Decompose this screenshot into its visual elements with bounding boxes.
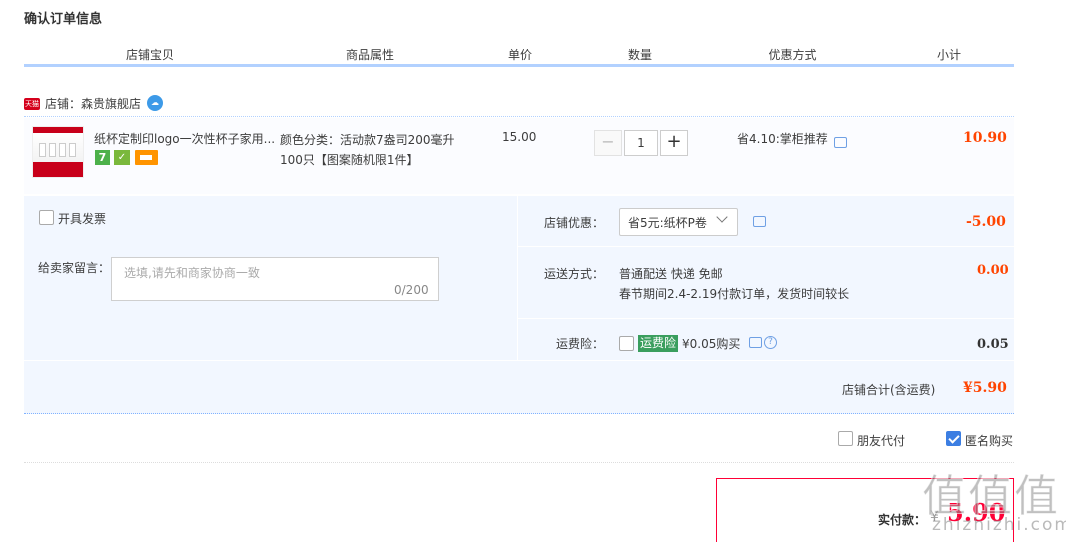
quantity-input[interactable]: 1 [624, 130, 658, 156]
column-header-unit-price: 单价 [507, 48, 532, 62]
item-attr-line: 颜色分类：活动款7盎司200毫升 [280, 133, 455, 147]
guarantee-icon: ✓ [114, 150, 130, 165]
shop-discount-value: 省5元:纸杯P卷 [628, 216, 707, 230]
memo-placeholder: 选填,请先和商家协商一致 [124, 266, 260, 280]
item-subtotal: 10.90 [963, 130, 1007, 146]
item-thumbnail[interactable] [32, 126, 84, 178]
insurance-tag: 运费险 [638, 335, 679, 352]
column-header-attributes: 商品属性 [345, 48, 394, 62]
column-header-discount: 优惠方式 [768, 48, 817, 62]
pay-label: 实付款： [878, 513, 927, 527]
insurance-label: 运费险： [556, 337, 605, 351]
column-header-subtotal: 小计 [936, 48, 961, 62]
quantity-increase-button[interactable]: + [660, 130, 688, 156]
item-attributes: 颜色分类：活动款7盎司200毫升 100只【图案随机限1件】 [280, 130, 465, 170]
options-bottom-divider [24, 413, 1014, 414]
comment-icon[interactable] [834, 137, 847, 148]
unit-price: 15.00 [502, 130, 537, 144]
invoice-label: 开具发票 [58, 212, 107, 226]
comment-icon[interactable] [753, 216, 766, 227]
footer-divider [24, 462, 1014, 463]
shop-discount-amount: -5.00 [966, 214, 1006, 230]
options-row-divider [518, 246, 1014, 247]
shop-discount-label: 店铺优惠： [544, 216, 605, 230]
credit-card-icon [135, 150, 158, 165]
invoice-checkbox[interactable] [39, 210, 54, 225]
shop-divider [24, 116, 1014, 117]
shop-total-label: 店铺合计(含运费) [842, 383, 936, 397]
quantity-decrease-button[interactable]: − [594, 130, 622, 156]
anonymous-label: 匿名购买 [965, 434, 1014, 448]
shipping-label: 运送方式： [544, 267, 605, 281]
insurance-checkbox[interactable] [619, 336, 634, 351]
wangwang-chat-icon[interactable]: ☁ [147, 95, 163, 111]
comment-icon[interactable] [749, 337, 762, 348]
anonymous-checkbox[interactable] [946, 431, 961, 446]
memo-label: 给卖家留言： [38, 261, 111, 275]
options-row-divider [24, 360, 1014, 361]
page-title: 确认订单信息 [24, 12, 103, 27]
watermark-url: zhizhizhi.com [932, 515, 1066, 535]
shipping-method: 普通配送 快递 免邮 [619, 267, 723, 281]
column-header-shop-item: 店铺宝贝 [125, 48, 174, 62]
column-header-quantity: 数量 [627, 48, 652, 62]
shipping-amount: 0.00 [977, 263, 1009, 278]
shop-name-link[interactable]: 店铺：森贵旗舰店 [45, 95, 141, 112]
item-name-link[interactable]: 纸杯定制印logo一次性杯子家用... [94, 130, 274, 147]
options-divider [517, 196, 518, 360]
shop-total-amount: ¥5.90 [963, 380, 1007, 396]
options-row-divider [518, 318, 1014, 319]
friend-pay-label: 朋友代付 [857, 434, 906, 448]
tmall-icon: 天猫 [24, 98, 40, 110]
help-icon[interactable]: ? [764, 336, 777, 349]
insurance-amount: 0.05 [977, 337, 1009, 352]
item-promotion: 省4.10:掌柜推荐 [737, 132, 828, 146]
memo-char-count: 0/200 [394, 283, 429, 297]
friend-pay-checkbox[interactable] [838, 431, 853, 446]
shipping-notice: 春节期间2.4-2.19付款订单，发货时间较长 [619, 287, 850, 301]
header-divider [24, 64, 1014, 67]
insurance-price: ¥0.05购买 [682, 337, 741, 351]
item-attr-line: 100只【图案随机限1件】 [280, 153, 419, 167]
seven-day-return-icon: 7 [95, 150, 110, 165]
